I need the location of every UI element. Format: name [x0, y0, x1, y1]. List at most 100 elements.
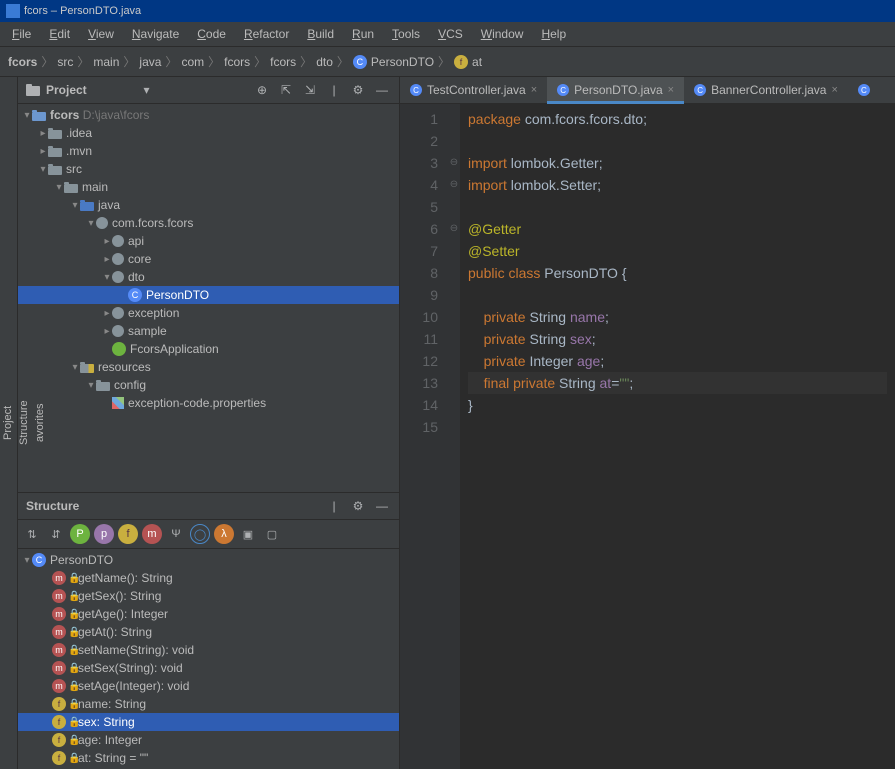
close-icon[interactable]: × [831, 84, 837, 96]
minimize-icon[interactable]: — [373, 497, 391, 515]
filter-p-icon[interactable]: P [70, 524, 90, 544]
structure-tree[interactable]: ▾ C PersonDTO m🔒 getName(): Stringm🔒 get… [18, 549, 399, 769]
structure-member[interactable]: m🔒 getAt(): String [18, 623, 399, 641]
tree-item[interactable]: ▸sample [18, 322, 399, 340]
menu-bar: FileEditViewNavigateCodeRefactorBuildRun… [0, 22, 895, 47]
gutter-tab-structure[interactable]: Structure [16, 77, 32, 769]
tree-item[interactable]: ▸core [18, 250, 399, 268]
package-icon [96, 217, 108, 229]
filter-f-icon[interactable]: f [118, 524, 138, 544]
editor-tab[interactable]: CBannerController.java× [684, 77, 848, 103]
tree-item[interactable]: ▸.mvn [18, 142, 399, 160]
locate-icon[interactable]: ⊕ [253, 81, 271, 99]
tree-item[interactable]: ▾dto [18, 268, 399, 286]
tree-item[interactable]: ▸api [18, 232, 399, 250]
tree-item[interactable]: ▸exception [18, 304, 399, 322]
autoscroll-to-icon[interactable]: ▣ [238, 524, 258, 544]
source-folder-icon [80, 200, 94, 211]
editor-tab[interactable]: CPersonDTO.java× [547, 77, 684, 103]
menu-refactor[interactable]: Refactor [236, 24, 297, 44]
crumb-at[interactable]: at [472, 55, 482, 69]
filter-lambda-icon[interactable]: λ [214, 524, 234, 544]
project-tree[interactable]: ▾ fcors D:\java\fcors ▸.idea▸.mvn▾src▾ma… [18, 104, 399, 492]
structure-member[interactable]: f🔒 sex: String [18, 713, 399, 731]
tree-item[interactable]: ▾src [18, 160, 399, 178]
member-label: setAge(Integer): void [78, 679, 189, 693]
gutter-tab-favorites[interactable]: avorites [32, 77, 48, 769]
class-icon: C [410, 84, 422, 96]
fold-gutter[interactable]: ⊖⊖ ⊖ [448, 104, 460, 769]
sort-visibility-icon[interactable]: ⇵ [46, 524, 66, 544]
tree-item[interactable]: FcorsApplication [18, 340, 399, 358]
menu-help[interactable]: Help [533, 24, 574, 44]
structure-member[interactable]: m🔒 setName(String): void [18, 641, 399, 659]
gear-icon[interactable]: ⚙ [349, 497, 367, 515]
autoscroll-from-icon[interactable]: ▢ [262, 524, 282, 544]
crumb-fcors[interactable]: fcors [224, 55, 250, 69]
tree-item[interactable]: ▾com.fcors.fcors [18, 214, 399, 232]
package-icon [112, 307, 124, 319]
gear-icon[interactable]: ⚙ [349, 81, 367, 99]
menu-navigate[interactable]: Navigate [124, 24, 187, 44]
collapse-all-icon[interactable]: ⇲ [301, 81, 319, 99]
editor-tab[interactable]: CTestController.java× [400, 77, 547, 103]
tree-item[interactable]: ▾resources [18, 358, 399, 376]
crumb-java[interactable]: java [139, 55, 161, 69]
close-icon[interactable]: × [668, 84, 674, 96]
crumb-src[interactable]: src [57, 55, 73, 69]
tree-item[interactable]: ▾config [18, 376, 399, 394]
menu-window[interactable]: Window [473, 24, 532, 44]
structure-member[interactable]: f🔒 at: String = "" [18, 749, 399, 767]
filter-m-icon[interactable]: m [142, 524, 162, 544]
structure-member[interactable]: m🔒 getName(): String [18, 569, 399, 587]
structure-member[interactable]: m🔒 getSex(): String [18, 587, 399, 605]
crumb-dto[interactable]: dto [316, 55, 333, 69]
lock-icon: 🔒 [68, 573, 78, 583]
menu-build[interactable]: Build [299, 24, 342, 44]
structure-member[interactable]: f🔒 age: Integer [18, 731, 399, 749]
code-editor[interactable]: 123456789101112131415 ⊖⊖ ⊖ package com.f… [400, 104, 895, 769]
minimize-icon[interactable]: — [373, 81, 391, 99]
menu-view[interactable]: View [80, 24, 122, 44]
crumb-fcors[interactable]: fcors [270, 55, 296, 69]
line-number: 14 [404, 394, 438, 416]
structure-member[interactable]: m🔒 getAge(): Integer [18, 605, 399, 623]
line-number: 12 [404, 350, 438, 372]
structure-class-row[interactable]: ▾ C PersonDTO [18, 551, 399, 569]
filter-branch-icon[interactable]: Ψ [166, 524, 186, 544]
tree-item[interactable]: ▸.idea [18, 124, 399, 142]
tree-root[interactable]: ▾ fcors D:\java\fcors [18, 106, 399, 124]
menu-run[interactable]: Run [344, 24, 382, 44]
tree-item-label: sample [128, 324, 167, 338]
tree-item[interactable]: ▾main [18, 178, 399, 196]
class-icon: C [858, 84, 870, 96]
crumb-PersonDTO[interactable]: PersonDTO [371, 55, 434, 69]
menu-edit[interactable]: Edit [41, 24, 78, 44]
menu-vcs[interactable]: VCS [430, 24, 471, 44]
structure-member[interactable]: m🔒 setAge(Integer): void [18, 677, 399, 695]
crumb-main[interactable]: main [93, 55, 119, 69]
menu-file[interactable]: File [4, 24, 39, 44]
structure-member[interactable]: f🔒 name: String [18, 695, 399, 713]
close-icon[interactable]: × [531, 84, 537, 96]
crumb-com[interactable]: com [181, 55, 204, 69]
window-title: fcors – PersonDTO.java [24, 5, 141, 17]
menu-tools[interactable]: Tools [384, 24, 428, 44]
root-folder-icon [32, 110, 46, 121]
crumb-fcors[interactable]: fcors [8, 55, 37, 69]
gutter-tab-project[interactable]: Project [0, 77, 16, 769]
line-gutter: 123456789101112131415 [400, 104, 448, 769]
member-label: getAge(): Integer [78, 607, 168, 621]
editor-tab-more[interactable]: C [848, 77, 880, 103]
menu-code[interactable]: Code [189, 24, 234, 44]
tree-item[interactable]: ▾java [18, 196, 399, 214]
structure-member[interactable]: m🔒 setSex(String): void [18, 659, 399, 677]
code-body[interactable]: package com.fcors.fcors.dto; import lomb… [460, 104, 895, 769]
tree-item[interactable]: exception-code.properties [18, 394, 399, 412]
dropdown-arrow-icon[interactable]: ▾ [143, 83, 149, 97]
expand-all-icon[interactable]: ⇱ [277, 81, 295, 99]
filter-ann-icon[interactable]: ◯ [190, 524, 210, 544]
filter-p2-icon[interactable]: p [94, 524, 114, 544]
tree-item[interactable]: CPersonDTO [18, 286, 399, 304]
field-icon: f [52, 751, 66, 765]
